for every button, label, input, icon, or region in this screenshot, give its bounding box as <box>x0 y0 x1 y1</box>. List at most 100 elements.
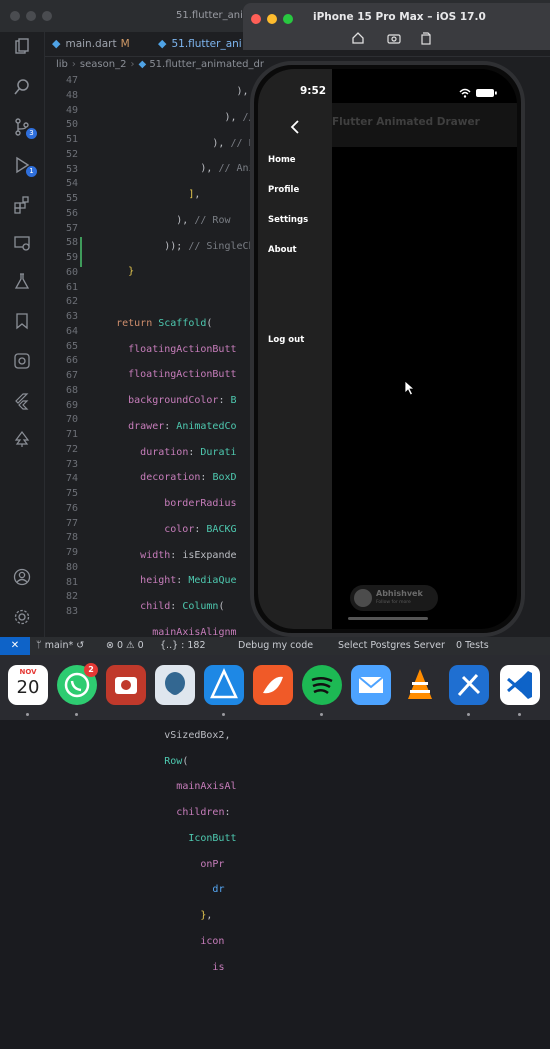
line-number: 76 <box>65 502 78 514</box>
remote-indicator-icon[interactable]: ✕ <box>0 637 30 655</box>
drawer-item-settings[interactable]: Settings <box>268 215 308 225</box>
back-chevron-icon[interactable] <box>288 119 304 135</box>
sim-minimize-dot[interactable] <box>267 14 277 24</box>
line-number: 79 <box>65 547 78 558</box>
git-change-marker <box>80 237 82 267</box>
line-number: 55 <box>65 193 78 204</box>
line-number: 77 <box>65 517 78 529</box>
line-number-gutter: 47 48 49 50 51 52 53 54 55 56 57 58 59 60 61 62 63 64 65 66… <box>44 74 84 620</box>
line-number: 78 <box>65 532 78 544</box>
macos-dock: NOV 20 2 <box>0 655 550 720</box>
source-control-badge: 3 <box>26 128 37 139</box>
line-number: 67 <box>65 370 78 381</box>
zoom-dot[interactable] <box>42 11 52 21</box>
swift-app-icon[interactable] <box>253 665 293 705</box>
position-indicator[interactable]: {..} : 182 <box>160 637 206 655</box>
search-icon[interactable] <box>13 78 31 96</box>
phone-screen: Flutter Animated Drawer Home Profile Set… <box>258 69 517 629</box>
breadcrumb-item[interactable]: season_2 <box>80 59 127 70</box>
bookmark-icon[interactable] <box>13 312 31 330</box>
running-indicator <box>222 713 225 716</box>
logout-button[interactable]: Log out <box>268 335 304 345</box>
vscode-app-icon[interactable] <box>500 665 540 705</box>
breadcrumb-item[interactable]: 51.flutter_animated_dr <box>149 59 264 70</box>
line-number: 50 <box>65 119 78 131</box>
iphone-frame: Flutter Animated Drawer Home Profile Set… <box>250 61 525 637</box>
running-indicator <box>26 713 29 716</box>
vlc-app-icon[interactable] <box>400 665 440 705</box>
flutter-icon[interactable] <box>13 392 31 410</box>
line-number: 47 <box>65 75 78 86</box>
database-icon[interactable] <box>13 352 31 370</box>
explorer-icon[interactable] <box>13 38 31 56</box>
line-number: 56 <box>65 207 78 219</box>
line-number: 65 <box>65 340 78 352</box>
line-number: 80 <box>65 561 78 573</box>
whatsapp-badge: 2 <box>84 663 98 677</box>
line-number: 68 <box>65 384 78 396</box>
sim-close-dot[interactable] <box>251 14 261 24</box>
remote-explorer-icon[interactable] <box>13 234 31 252</box>
line-number: 83 <box>65 606 78 617</box>
watermark-subtitle: Follow for more <box>376 600 411 605</box>
line-number: 52 <box>65 148 78 160</box>
status-time: 9:52 <box>300 85 327 97</box>
line-number: 81 <box>65 576 78 588</box>
account-icon[interactable] <box>13 568 31 586</box>
close-dot[interactable] <box>10 11 20 21</box>
drawer-item-profile[interactable]: Profile <box>268 185 299 195</box>
tree-icon[interactable] <box>13 430 31 448</box>
running-indicator <box>518 713 521 716</box>
sim-zoom-dot[interactable] <box>283 14 293 24</box>
tests-indicator[interactable]: 0 Tests <box>456 637 489 655</box>
line-number: 72 <box>65 443 78 455</box>
drawer-item-home[interactable]: Home <box>268 155 296 165</box>
animated-drawer: Home Profile Settings About Log out <box>258 69 332 629</box>
settings-gear-icon[interactable] <box>13 608 31 626</box>
line-number: 49 <box>65 104 78 116</box>
mail-app-icon[interactable] <box>351 665 391 705</box>
postgres-indicator[interactable]: Select Postgres Server <box>338 637 445 655</box>
branch-icon: ᛘ <box>36 640 45 651</box>
simulator-titlebar: iPhone 15 Pro Max – iOS 17.0 <box>243 3 550 50</box>
watermark-name: Abhishvek <box>376 589 423 598</box>
line-number: 73 <box>65 458 78 470</box>
line-number: 64 <box>65 325 78 337</box>
app-title: Flutter Animated Drawer <box>332 116 480 128</box>
line-number: 53 <box>65 163 78 175</box>
line-number: 59 <box>65 252 78 263</box>
minimize-dot[interactable] <box>26 11 36 21</box>
tab-main-dart[interactable]: ◆ main.dart M <box>52 32 130 56</box>
line-number: 62 <box>65 296 78 308</box>
spotify-app-icon[interactable] <box>302 665 342 705</box>
postgres-app-icon[interactable] <box>155 665 195 705</box>
branch-indicator[interactable]: ᛘ main* ↺ <box>36 637 84 655</box>
instruments-app-icon[interactable] <box>204 665 244 705</box>
line-number: 75 <box>65 488 78 499</box>
avatar <box>354 589 372 607</box>
rotate-icon[interactable] <box>419 30 433 45</box>
tab-flutter-animated[interactable]: ◆ 51.flutter_ani <box>158 32 242 56</box>
line-number: 57 <box>65 222 78 234</box>
screenshot-icon[interactable] <box>387 30 401 44</box>
app-bar: Flutter Animated Drawer <box>332 103 517 147</box>
extensions-icon[interactable] <box>13 196 31 214</box>
running-indicator <box>467 713 470 716</box>
home-indicator[interactable] <box>348 617 428 620</box>
status-bar: ✕ ᛘ main* ↺ ⊗ 0 ⚠ 0 {..} : 182 Debug my … <box>0 637 550 655</box>
dynamic-island <box>354 79 428 101</box>
problems-indicator[interactable]: ⊗ 0 ⚠ 0 <box>106 637 144 655</box>
home-icon[interactable] <box>351 30 365 44</box>
testing-icon[interactable] <box>13 272 31 290</box>
line-number: 58 <box>65 237 78 249</box>
drawer-item-about[interactable]: About <box>268 245 297 255</box>
debug-indicator[interactable]: Debug my code <box>238 637 313 655</box>
battery-icon <box>476 89 497 97</box>
xcode-app-icon[interactable] <box>449 665 489 705</box>
line-number: 71 <box>65 429 78 440</box>
breadcrumb-item[interactable]: lib <box>56 59 68 70</box>
photo-booth-app-icon[interactable] <box>106 665 146 705</box>
line-number: 51 <box>65 134 78 145</box>
line-number: 48 <box>65 89 78 101</box>
calendar-app-icon[interactable]: NOV 20 <box>8 665 48 705</box>
